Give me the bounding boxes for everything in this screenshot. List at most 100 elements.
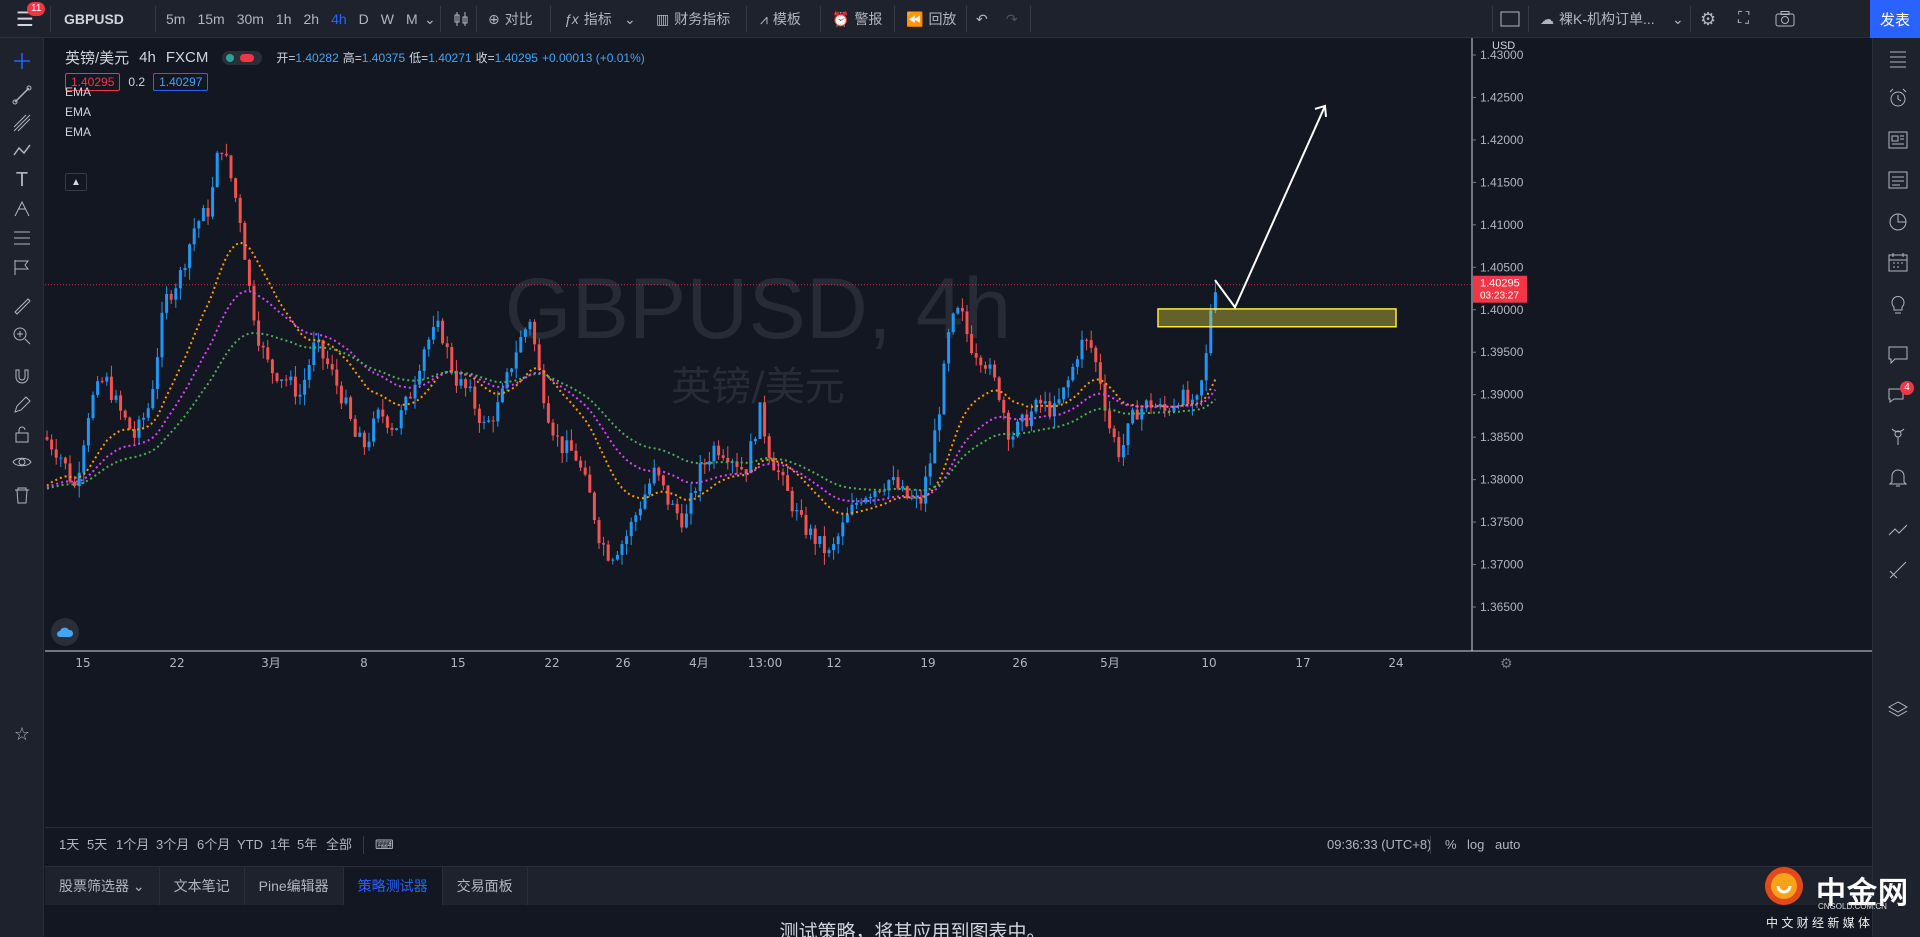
lock-icon[interactable] xyxy=(11,423,33,445)
eye-icon[interactable] xyxy=(11,451,33,473)
interval-D[interactable]: D xyxy=(353,11,375,27)
interval-2h[interactable]: 2h xyxy=(298,11,326,27)
pencil-lock-icon[interactable] xyxy=(11,394,33,416)
chevron-down-icon[interactable]: ⌄ xyxy=(1672,0,1684,38)
magnet-icon[interactable] xyxy=(11,365,33,387)
compare-button[interactable]: ⊕ 对比 xyxy=(484,0,537,38)
interval-15m[interactable]: 15m xyxy=(191,11,230,27)
auto-toggle[interactable]: auto xyxy=(1495,828,1520,862)
percent-toggle[interactable]: % xyxy=(1445,828,1457,862)
star-icon[interactable]: ☆ xyxy=(11,723,33,745)
trend-line-icon[interactable] xyxy=(11,84,33,106)
range-1m[interactable]: 1个月 xyxy=(116,828,149,862)
financials-button[interactable]: ▥ 财务指标 xyxy=(652,0,734,38)
interval-30m[interactable]: 30m xyxy=(231,11,270,27)
cngold-logo: 中金网 CNGOLD.COM.CN 中 文 财 经 新 媒 体 xyxy=(1762,862,1912,937)
templates-button[interactable]: ⩘ 模板 xyxy=(756,0,805,38)
ideas-icon[interactable] xyxy=(1886,292,1910,316)
flag-icon[interactable] xyxy=(11,256,33,278)
market-status-pill[interactable] xyxy=(222,50,263,65)
log-toggle[interactable]: log xyxy=(1467,828,1484,862)
camera-icon[interactable] xyxy=(1775,0,1795,38)
interval-list: 5m 15m 30m 1h 2h 4h D W M xyxy=(160,0,424,38)
candle-body xyxy=(974,353,978,358)
pattern-icon[interactable] xyxy=(11,140,33,162)
symbol-legend: 英镑/美元 4h FXCM 开=1.40282 高=1.40375 低=1.40… xyxy=(65,47,649,68)
interval-W[interactable]: W xyxy=(375,11,400,27)
alert-button[interactable]: ⏰ 警报 xyxy=(828,0,886,38)
hotlist-icon[interactable] xyxy=(1886,518,1910,542)
undo-icon[interactable]: ↶ xyxy=(976,0,988,38)
tab-pine-editor[interactable]: Pine编辑器 xyxy=(245,867,344,905)
goto-date-icon[interactable]: ⌨ xyxy=(375,828,394,862)
gear-icon[interactable]: ⚙ xyxy=(1700,0,1716,38)
node-pattern-icon[interactable] xyxy=(11,198,33,220)
ema-legend-2[interactable]: EMA xyxy=(65,105,91,119)
streams-icon[interactable] xyxy=(1886,424,1910,448)
interval-1h[interactable]: 1h xyxy=(270,11,298,27)
separator xyxy=(50,6,51,32)
range-1d[interactable]: 1天 xyxy=(59,828,79,862)
replay-button[interactable]: ⏪ 回放 xyxy=(902,0,960,38)
pitchfork-icon[interactable] xyxy=(11,112,33,134)
news-icon[interactable] xyxy=(1886,128,1910,152)
ema-legend-1[interactable]: EMA xyxy=(65,85,91,99)
candle-body xyxy=(1071,366,1075,381)
calendar-icon[interactable] xyxy=(1886,250,1910,274)
tab-trading-panel[interactable]: 交易面板 xyxy=(443,867,528,905)
range-3m[interactable]: 3个月 xyxy=(156,828,189,862)
ema-legend-3[interactable]: EMA xyxy=(65,125,91,139)
interval-4h[interactable]: 4h xyxy=(325,11,353,27)
notification-bell-icon[interactable] xyxy=(1886,465,1910,489)
layers-icon[interactable] xyxy=(1886,698,1910,722)
candle-body xyxy=(399,410,403,429)
chat-icon[interactable] xyxy=(1886,342,1910,366)
interval-5m[interactable]: 5m xyxy=(160,11,191,27)
range-6m[interactable]: 6个月 xyxy=(197,828,230,862)
ruler-icon[interactable] xyxy=(11,295,33,317)
data-window-icon[interactable] xyxy=(1886,210,1910,234)
tab-stock-screener[interactable]: 股票筛选器 ⌄ xyxy=(45,867,160,905)
ask-price[interactable]: 1.40297 xyxy=(153,73,209,91)
interval-M[interactable]: M xyxy=(400,11,424,27)
alarm-icon[interactable] xyxy=(1886,86,1910,110)
ruler-tools-icon[interactable] xyxy=(1886,558,1910,582)
fullscreen-layout-icon[interactable] xyxy=(1500,0,1520,38)
details-icon[interactable] xyxy=(1886,168,1910,192)
layout-selector[interactable]: ☁ 裸K-机构订单... xyxy=(1536,0,1659,38)
cloud-logo-icon[interactable] xyxy=(51,618,79,646)
chart-pane[interactable]: GBPUSD, 4h 英镑/美元 1.43000 1.42500 1.42000 1.41… xyxy=(45,38,1872,865)
range-ytd[interactable]: YTD xyxy=(237,828,263,862)
watchlist-icon[interactable] xyxy=(1886,46,1910,70)
range-5d[interactable]: 5天 xyxy=(87,828,107,862)
range-1y[interactable]: 1年 xyxy=(270,828,290,862)
candle-body xyxy=(358,432,362,437)
fullscreen-icon[interactable]: ⛶ xyxy=(1738,0,1749,38)
candle-body xyxy=(579,460,583,468)
tab-strategy-tester[interactable]: 策略测试器 xyxy=(343,867,443,905)
legend-timeframe: 4h xyxy=(139,49,156,66)
publish-button[interactable]: 发表 xyxy=(1870,0,1920,38)
symbol-search[interactable]: GBPUSD xyxy=(64,0,124,38)
price-chart[interactable]: GBPUSD, 4h英镑/美元1.430001.425001.420001.41… xyxy=(45,38,1872,827)
candle-body xyxy=(86,418,90,446)
collapse-legend-button[interactable]: ▲ xyxy=(65,173,87,191)
crosshair-icon[interactable] xyxy=(11,50,33,72)
range-5y[interactable]: 5年 xyxy=(297,828,317,862)
candle-body xyxy=(441,320,445,344)
text-tool-icon[interactable]: T xyxy=(11,169,33,191)
trash-icon[interactable] xyxy=(11,484,33,506)
chart-type-button[interactable] xyxy=(448,0,474,38)
fib-icon[interactable] xyxy=(11,227,33,249)
candle-body xyxy=(464,379,468,389)
chevron-down-icon[interactable]: ⌄ xyxy=(624,0,636,38)
range-all[interactable]: 全部 xyxy=(326,828,352,862)
candle-body xyxy=(937,414,941,431)
candle-body xyxy=(243,222,247,260)
chevron-down-icon[interactable]: ⌄ xyxy=(424,0,436,38)
clock-readout[interactable]: 09:36:33 (UTC+8) xyxy=(1327,828,1431,862)
tab-text-notes[interactable]: 文本笔记 xyxy=(160,867,245,905)
redo-icon[interactable]: ↷ xyxy=(1006,0,1018,38)
indicators-button[interactable]: ƒx 指标 xyxy=(560,0,616,38)
zoom-in-icon[interactable] xyxy=(11,325,33,347)
